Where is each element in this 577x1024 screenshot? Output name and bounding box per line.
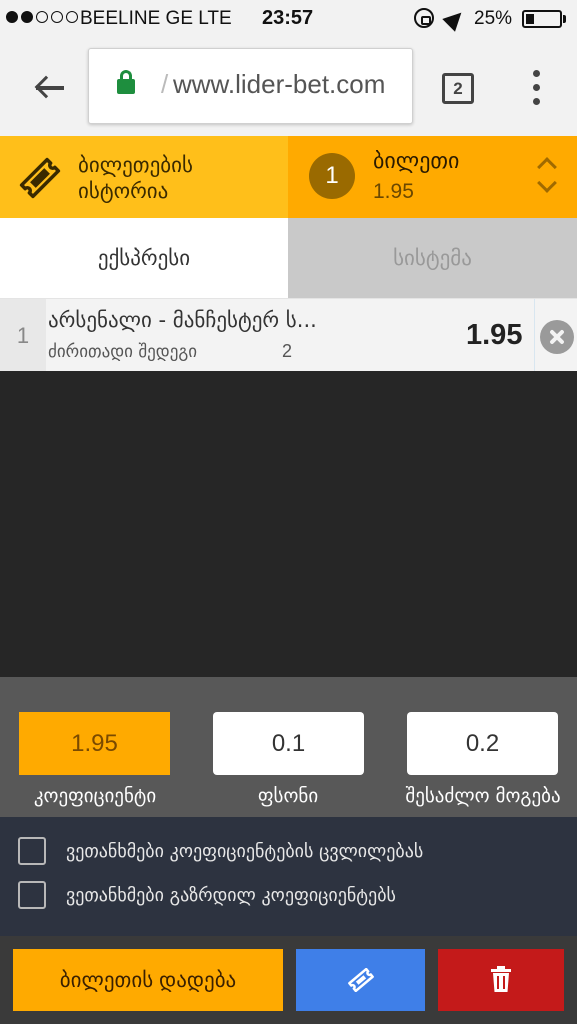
total-odds-box: 1.95 [19, 712, 170, 775]
accept-boosted-odds-label: ვეთანხმები გაზრდილ კოეფიციენტებს [66, 884, 396, 906]
more-menu-icon[interactable] [530, 70, 544, 106]
possible-win-label: შესაძლო მოგება [405, 785, 561, 807]
bet-number: 1 [0, 299, 46, 372]
tab-express[interactable]: ექსპრესი [0, 218, 288, 298]
tab-switcher-button[interactable]: 2 [442, 73, 474, 104]
possible-win-box: 0.2 [407, 712, 558, 775]
ticket-history-button[interactable]: ბილეთების ისტორია [0, 136, 288, 218]
signal-strength-icon [6, 11, 78, 23]
ticket-count-badge: 1 [309, 153, 355, 199]
stake-input[interactable]: 0.1 [213, 712, 364, 775]
back-arrow-icon[interactable] [30, 68, 70, 108]
ticket-total-odds: 1.95 [373, 180, 414, 203]
ticket-title: ბილეთი [373, 149, 460, 174]
ticket-icon [348, 968, 374, 992]
trash-icon [491, 966, 511, 992]
ticket-icon [19, 157, 61, 199]
remove-selection-icon[interactable] [540, 320, 574, 354]
selection-odds: 1.95 [466, 319, 523, 351]
battery-icon [522, 10, 562, 28]
delete-ticket-button[interactable] [438, 949, 564, 1011]
location-arrow-icon [442, 6, 468, 32]
bet-selection-row: 1 არსენალი - მანჩესტერ ს... ძირითადი შედ… [0, 298, 577, 372]
current-ticket-header[interactable]: 1 ბილეთი 1.95 [288, 136, 577, 218]
status-bar: BEELINE GE LTE 23:57 25% [0, 0, 577, 38]
chevron-down-icon[interactable] [537, 173, 557, 193]
place-bet-button[interactable]: ბილეთის დადება [13, 949, 283, 1011]
accept-odds-change-option[interactable]: ვეთანხმები კოეფიციენტების ცვლილებას [18, 837, 423, 865]
ticket-empty-area [0, 371, 577, 677]
accept-boosted-odds-option[interactable]: ვეთანხმები გაზრდილ კოეფიციენტებს [18, 881, 396, 909]
odds-label: კოეფიციენტი [33, 785, 157, 807]
url-text: www.lider-bet.com [173, 69, 386, 99]
carrier-label: BEELINE GE LTE [80, 8, 232, 29]
ticket-history-label: ბილეთების ისტორია [78, 153, 193, 203]
outcome-value: 2 [282, 341, 293, 361]
stake-label: ფსონი [257, 785, 319, 807]
save-ticket-button[interactable] [296, 949, 425, 1011]
accept-odds-change-checkbox[interactable] [18, 837, 46, 865]
browser-toolbar: / www.lider-bet.com 2 [0, 38, 577, 136]
accept-boosted-odds-checkbox[interactable] [18, 881, 46, 909]
tab-system[interactable]: სისტემა [288, 218, 577, 298]
battery-percent: 25% [474, 8, 513, 29]
clock: 23:57 [262, 7, 314, 29]
rotation-lock-icon [414, 8, 434, 28]
secure-lock-icon [117, 70, 135, 94]
accept-odds-change-label: ვეთანხმები კოეფიციენტების ცვლილებას [66, 840, 424, 862]
market-name: ძირითადი შედეგი [48, 342, 198, 362]
ticket-summary: 1.95 0.1 0.2 კოეფიციენტი ფსონი შესაძლო მ… [0, 677, 577, 817]
address-bar[interactable]: / www.lider-bet.com [88, 48, 413, 124]
match-name: არსენალი - მანჩესტერ ს... [48, 308, 317, 332]
bet-options: ვეთანხმები კოეფიციენტების ცვლილებას ვეთა… [0, 817, 577, 936]
action-bar: ბილეთის დადება [0, 936, 577, 1024]
